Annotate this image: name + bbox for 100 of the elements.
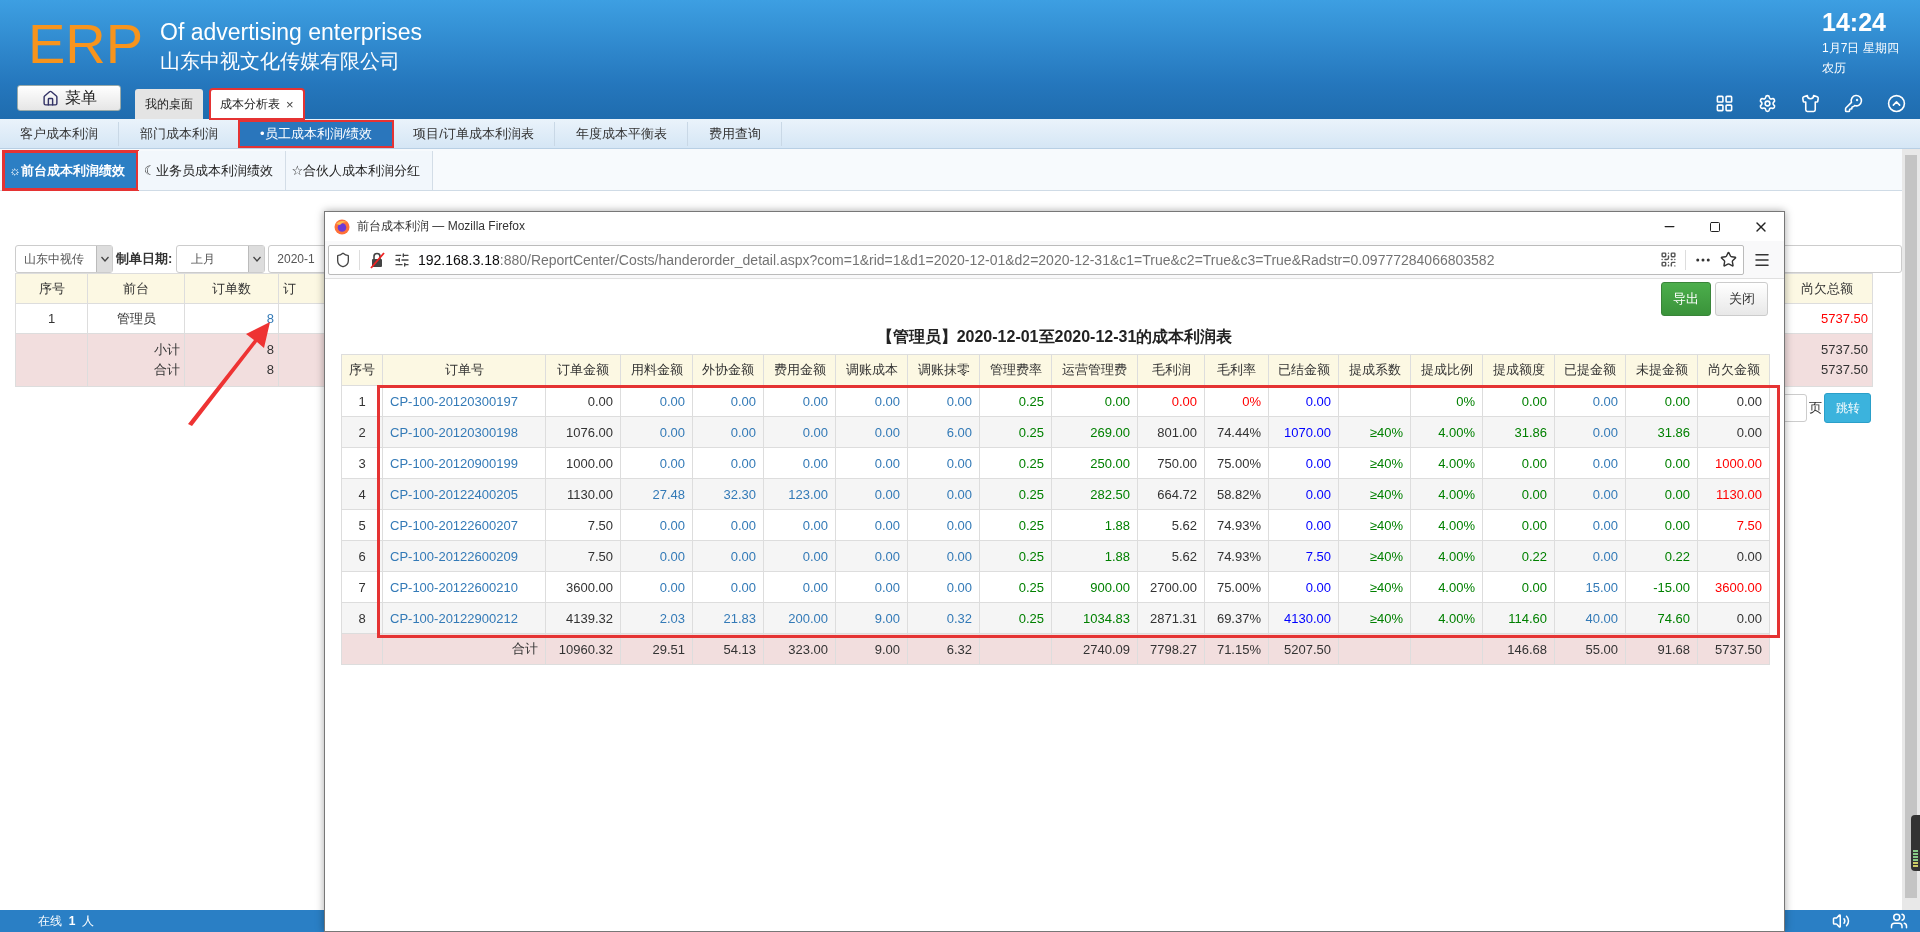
shirt-icon[interactable]	[1801, 94, 1820, 113]
close-icon[interactable]: ×	[286, 96, 294, 112]
users-icon[interactable]	[1890, 912, 1908, 930]
scrollbar[interactable]	[1902, 149, 1920, 910]
table-cell: 3600.00	[1697, 571, 1770, 603]
table-cell: 0.00	[835, 447, 908, 479]
company-select[interactable]: 山东中视传	[15, 245, 113, 273]
clock-date: 1月7日 星期四	[1822, 40, 1900, 57]
table-cell: 31.86	[1625, 416, 1698, 448]
column-header: 订单金额	[545, 354, 621, 386]
table-cell: 1	[15, 303, 88, 334]
filter-label: 制单日期:	[116, 250, 173, 268]
app-title: Of advertising enterprises	[160, 18, 423, 46]
table-cell: 6.00	[907, 416, 980, 448]
table-cell: 4139.32	[545, 602, 621, 634]
lunar-label: 农历	[1822, 60, 1847, 77]
table-cell: 9.00	[835, 602, 908, 634]
table-cell: 74.93%	[1204, 509, 1269, 541]
table-cell: 0.00	[692, 509, 764, 541]
table-cell: 0.25	[979, 478, 1052, 510]
table-cell: 1.88	[1051, 540, 1138, 572]
column-header: 已提金额	[1554, 354, 1626, 386]
address-field[interactable]: 192.168.3.18:880/ReportCenter/Costs/handerorder_detail.aspx?com=1&rid=1&d1=2020-12-01&d2=2020-12-31&c1=True&c2=True&c3=True&Radstr=0.09777284066803582	[328, 244, 1744, 275]
column-header: 管理费率	[979, 354, 1052, 386]
tab[interactable]: 成本分析表 ×	[210, 89, 304, 119]
table-cell: 5.62	[1137, 509, 1205, 541]
column-header: 提成系数	[1338, 354, 1411, 386]
company-name: 山东中视文化传媒有限公司	[160, 49, 401, 74]
table-cell: 1034.83	[1051, 602, 1138, 634]
column-header: 订单数	[184, 273, 279, 304]
table-cell: 0.00	[1482, 571, 1555, 603]
table-cell: 4.00%	[1410, 478, 1483, 510]
nav-tab[interactable]: 项目/订单成本利润表	[393, 121, 555, 146]
star-icon[interactable]	[1720, 251, 1737, 268]
clock-time: 14:24	[1822, 7, 1887, 38]
table-cell: 7.50	[545, 509, 621, 541]
table-cell: 0.32	[907, 602, 980, 634]
speaker-icon[interactable]	[1832, 912, 1850, 930]
column-header: 外协金额	[692, 354, 764, 386]
level-meter-icon	[1911, 815, 1920, 871]
key-icon[interactable]	[1844, 94, 1863, 113]
sub-tab[interactable]: ☼前台成本利润绩效	[3, 151, 138, 190]
nav-tab[interactable]: 年度成本平衡表	[555, 121, 688, 146]
table-cell: 0.25	[979, 447, 1052, 479]
qr-code-icon[interactable]	[1660, 251, 1677, 268]
nav-tab[interactable]: •员工成本利润/绩效	[240, 121, 393, 146]
table-cell: 0.00	[907, 447, 980, 479]
column-header: 前台	[87, 273, 185, 304]
table-cell: 74.44%	[1204, 416, 1269, 448]
close-page-button[interactable]: 关闭	[1715, 282, 1768, 316]
sliders-icon[interactable]	[394, 251, 410, 268]
column-header: 提成额度	[1482, 354, 1555, 386]
table-cell: 0.00	[620, 447, 693, 479]
period-select[interactable]: 上月	[176, 245, 266, 273]
sub-tab[interactable]: ☾业务员成本利润绩效	[137, 151, 286, 190]
table-cell: 0.00	[1268, 571, 1339, 603]
table-cell: ≥40%	[1338, 602, 1411, 634]
table-cell: 7.50	[545, 540, 621, 572]
table-cell: 0.25	[979, 571, 1052, 603]
menu-button[interactable]: 菜单	[17, 85, 121, 111]
table-cell: 0.00	[763, 540, 836, 572]
lock-crossed-icon[interactable]	[368, 250, 386, 269]
table-cell: 1000.00	[1697, 447, 1770, 479]
table-cell: 7.50	[1697, 509, 1770, 541]
table-cell: 664.72	[1137, 478, 1205, 510]
table-cell: 250.00	[1051, 447, 1138, 479]
online-count: 在线 1 人	[38, 912, 95, 930]
column-header: 序号	[15, 273, 88, 304]
table-cell: 58.82%	[1204, 478, 1269, 510]
app-logo: ERP	[28, 14, 145, 74]
table-cell: 21.83	[692, 602, 764, 634]
table-cell: 0.00	[692, 571, 764, 603]
table-cell: 4.00%	[1410, 447, 1483, 479]
settings-icon[interactable]	[1758, 94, 1777, 113]
chevron-up-icon[interactable]	[1887, 94, 1906, 113]
table-cell: 27.48	[620, 478, 693, 510]
sub-tab[interactable]: ☆合伙人成本利润分红	[285, 151, 434, 190]
table-cell: 4.00%	[1410, 509, 1483, 541]
nav-tab[interactable]: 客户成本利润	[0, 121, 119, 146]
table-cell: 1076.00	[545, 416, 621, 448]
column-header: 序号	[341, 354, 383, 386]
table-cell: 0.00	[1268, 447, 1339, 479]
grid-icon[interactable]	[1715, 94, 1734, 113]
table-cell: 0.22	[1625, 540, 1698, 572]
column-header: 用料金额	[620, 354, 693, 386]
tab-label: 成本分析表	[220, 95, 280, 113]
table-cell: 小计 合计	[87, 333, 185, 387]
table-cell: 0.00	[907, 509, 980, 541]
tab[interactable]: 我的桌面	[135, 89, 203, 119]
table-cell: 4130.00	[1268, 602, 1339, 634]
table-cell: 0.00	[907, 540, 980, 572]
column-header: 毛利润	[1137, 354, 1205, 386]
nav-tab[interactable]: 费用查询	[688, 121, 782, 146]
table-cell: 0.00	[1482, 447, 1555, 479]
maximize-icon[interactable]	[1709, 220, 1721, 233]
column-header: 毛利率	[1204, 354, 1269, 386]
table-cell: 40.00	[1554, 602, 1626, 634]
browser-logo-icon	[334, 218, 350, 235]
table-cell: 2.03	[620, 602, 693, 634]
table-cell: 200.00	[763, 602, 836, 634]
